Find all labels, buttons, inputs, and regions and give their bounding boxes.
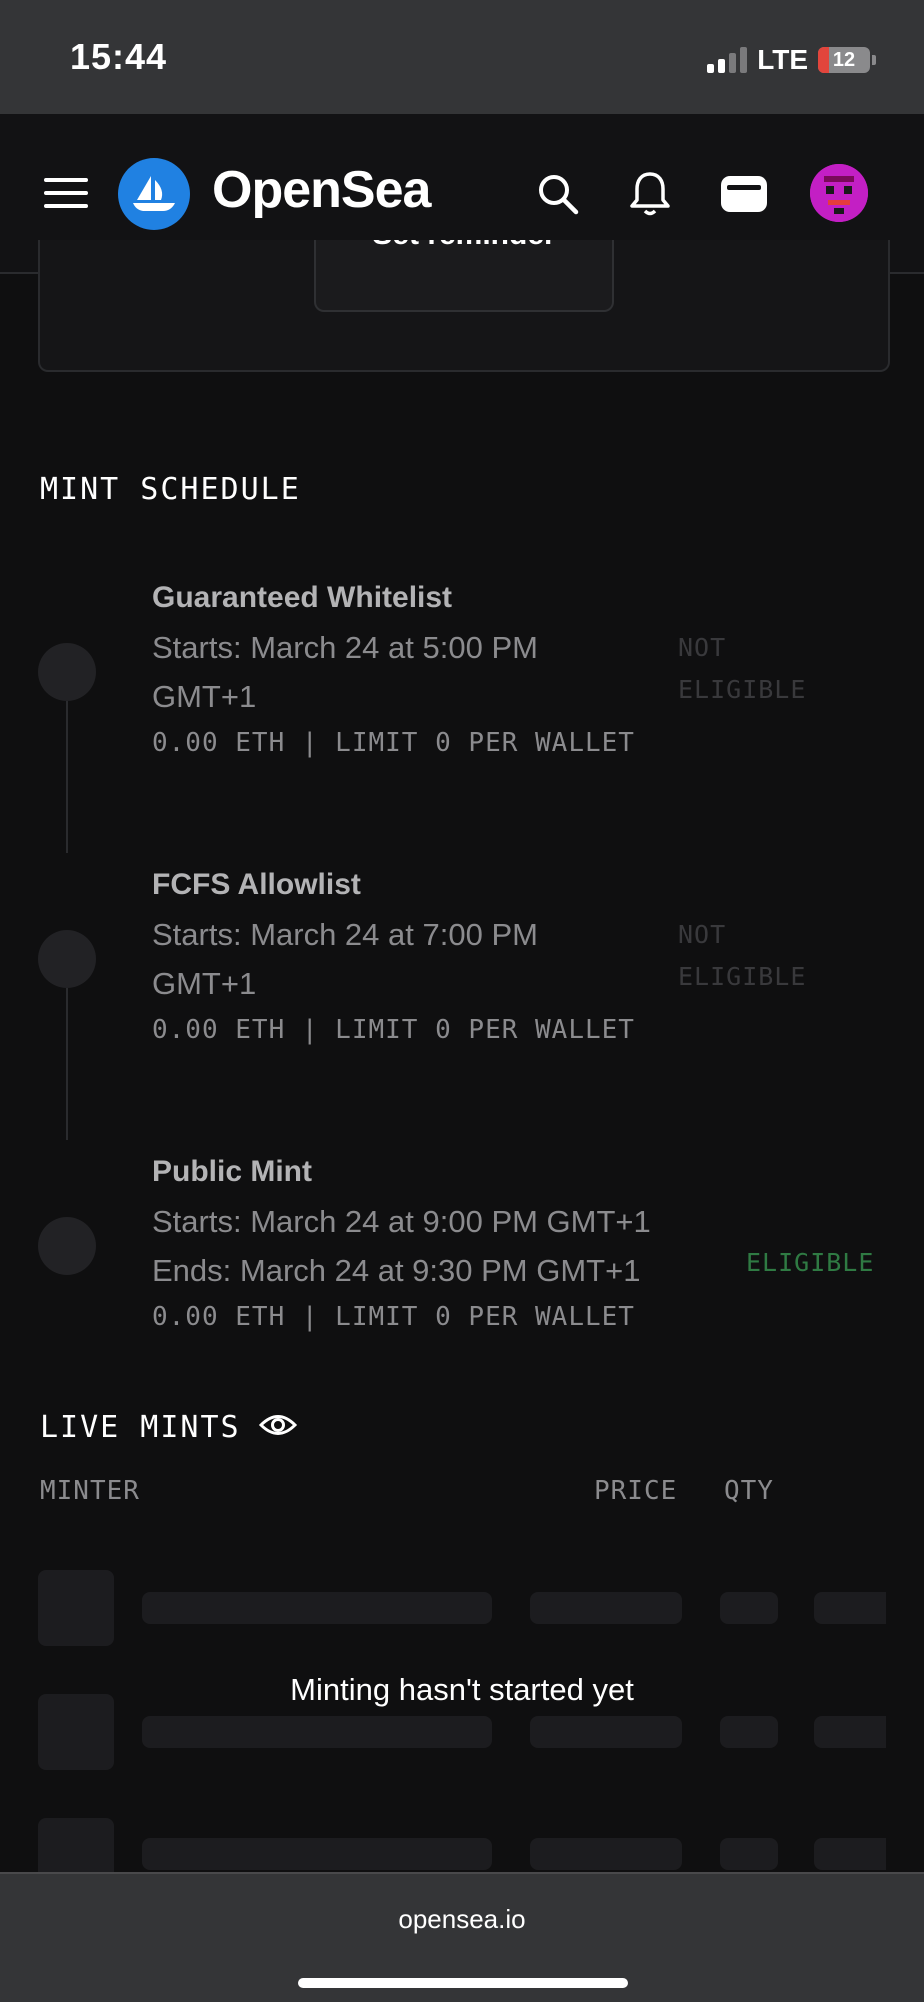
timeline-line [66, 988, 68, 1140]
bell-icon[interactable] [624, 168, 676, 220]
opensea-logo-icon[interactable] [118, 158, 190, 230]
phase-start: Starts: March 24 at 7:00 PM [152, 917, 538, 952]
eligibility-status: NOT ELIGIBLE [678, 633, 807, 704]
battery-level: 12 [832, 48, 856, 71]
network-label: LTE [757, 44, 808, 75]
brand-name[interactable]: OpenSea [212, 160, 431, 220]
battery-icon: 12 [818, 47, 870, 73]
phase-end: Ends: March 24 at 9:30 PM GMT+1 [152, 1253, 641, 1288]
status-bar: 15:44 LTE 12 [0, 0, 924, 114]
menu-icon[interactable] [44, 178, 88, 210]
phase-dot [38, 1217, 96, 1275]
phase-dot [38, 930, 96, 988]
phase-price-limit: 0.00 ETH | LIMIT 0 PER WALLET [152, 1015, 635, 1045]
eligibility-status: NOT ELIGIBLE [678, 920, 807, 991]
phase-dot [38, 643, 96, 701]
phase-start: Starts: March 24 at 9:00 PM GMT+1 [152, 1204, 651, 1239]
search-icon[interactable] [532, 168, 584, 220]
avatar[interactable] [810, 164, 868, 222]
phase-name: Public Mint [152, 1155, 312, 1188]
wallet-icon[interactable] [718, 168, 770, 220]
phase-price-limit: 0.00 ETH | LIMIT 0 PER WALLET [152, 1302, 635, 1332]
phase-price-limit: 0.00 ETH | LIMIT 0 PER WALLET [152, 728, 635, 758]
eye-icon[interactable] [258, 1412, 297, 1443]
home-indicator[interactable] [298, 1978, 628, 1988]
phase-name: FCFS Allowlist [152, 868, 361, 901]
column-minter: MINTER [40, 1476, 140, 1506]
timeline-line [66, 701, 68, 853]
battery-tip [872, 55, 876, 65]
url-field[interactable]: opensea.io [0, 1904, 924, 1935]
status-indicators: LTE 12 [707, 44, 876, 76]
browser-bottom-bar: opensea.io [0, 1872, 924, 2002]
phase-timezone: GMT+1 [152, 679, 257, 714]
drop-reminder-card: Set reminder [38, 240, 890, 372]
signal-icon [707, 47, 748, 73]
mint-schedule-title: MINT SCHEDULE [40, 472, 301, 507]
empty-state-message: Minting hasn't started yet [290, 1672, 634, 1707]
live-mints-header: LIVE MINTS [40, 1410, 297, 1445]
phase-timezone: GMT+1 [152, 966, 257, 1001]
column-qty: QTY [724, 1476, 774, 1506]
set-reminder-button[interactable]: Set reminder [314, 240, 614, 312]
phase-start: Starts: March 24 at 5:00 PM [152, 630, 538, 665]
eligibility-status: ELIGIBLE [746, 1248, 875, 1277]
live-mints-title: LIVE MINTS [40, 1410, 241, 1445]
column-price: PRICE [594, 1476, 678, 1506]
status-time: 15:44 [70, 36, 168, 77]
phase-name: Guaranteed Whitelist [152, 581, 453, 614]
